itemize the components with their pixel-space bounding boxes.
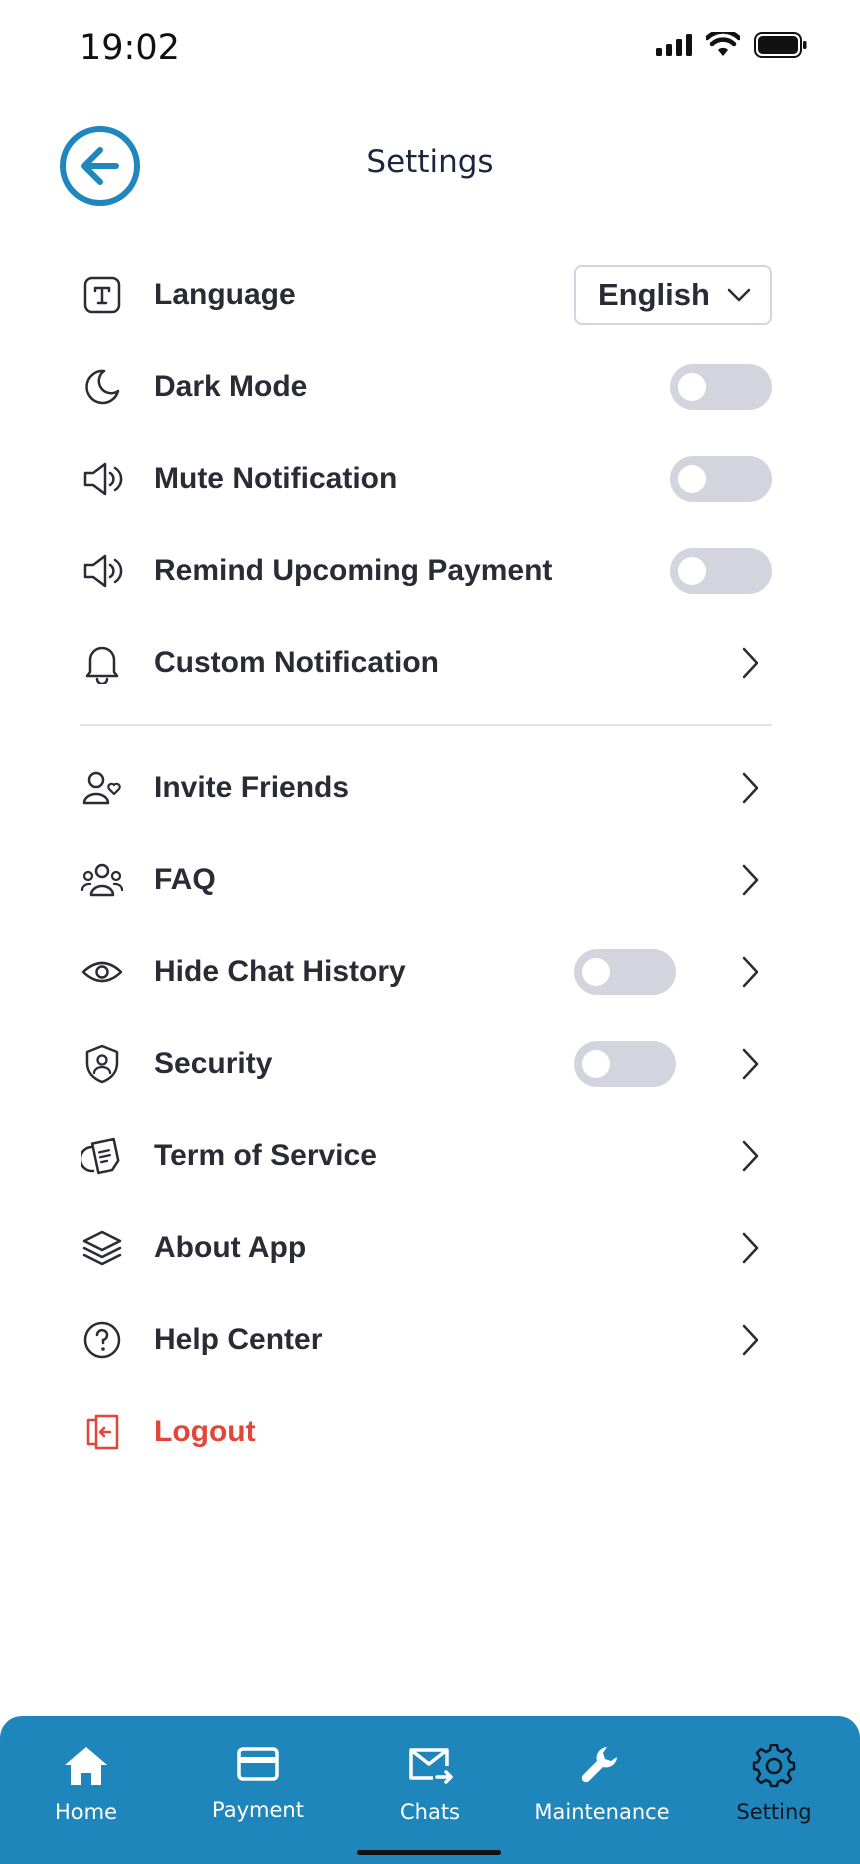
nav-setting-label: Setting xyxy=(736,1800,812,1824)
page-title: Settings xyxy=(366,144,494,180)
battery-icon xyxy=(754,32,807,58)
user-heart-icon xyxy=(80,766,124,810)
hide-chat-history-toggle[interactable] xyxy=(574,949,676,995)
toggle-knob xyxy=(678,465,706,493)
logout-button[interactable]: Logout xyxy=(80,1397,772,1467)
setting-dark-mode[interactable]: Dark Mode xyxy=(80,352,772,422)
setting-security[interactable]: Security xyxy=(80,1029,772,1099)
chevron-right-icon[interactable] xyxy=(736,641,764,685)
help-circle-icon xyxy=(80,1318,124,1362)
setting-security-label: Security xyxy=(154,1047,273,1080)
nav-setting[interactable]: Setting xyxy=(688,1716,860,1864)
remind-upcoming-payment-toggle[interactable] xyxy=(670,548,772,594)
setting-remind-upcoming-payment-label: Remind Upcoming Payment xyxy=(154,554,553,587)
chevron-right-icon[interactable] xyxy=(736,1134,764,1178)
text-format-icon xyxy=(80,273,124,317)
section-divider xyxy=(80,724,772,726)
nav-chats-label: Chats xyxy=(399,1800,461,1824)
setting-invite-friends[interactable]: Invite Friends xyxy=(80,753,772,823)
wrench-icon xyxy=(579,1742,625,1790)
document-chat-icon xyxy=(80,1134,124,1178)
chevron-right-icon[interactable] xyxy=(736,766,764,810)
setting-mute-notification[interactable]: Mute Notification xyxy=(80,444,772,514)
speaker-icon xyxy=(80,549,124,593)
status-bar: 19:02 xyxy=(0,0,860,96)
setting-faq-label: FAQ xyxy=(154,863,216,896)
nav-payment-label: Payment xyxy=(212,1798,304,1822)
setting-invite-friends-label: Invite Friends xyxy=(154,771,350,804)
chevron-right-icon[interactable] xyxy=(736,1226,764,1270)
home-icon xyxy=(63,1742,109,1790)
shield-user-icon xyxy=(80,1042,124,1086)
security-toggle[interactable] xyxy=(574,1041,676,1087)
toggle-knob xyxy=(582,1050,610,1078)
language-select[interactable]: English xyxy=(574,265,772,325)
bell-icon xyxy=(80,641,124,685)
chevron-right-icon[interactable] xyxy=(736,1318,764,1362)
nav-payment[interactable]: Payment xyxy=(172,1716,344,1864)
header: Settings xyxy=(0,120,860,210)
nav-chats[interactable]: Chats xyxy=(344,1716,516,1864)
chevron-right-icon[interactable] xyxy=(736,858,764,902)
nav-home-label: Home xyxy=(54,1800,117,1824)
language-select-value: English xyxy=(598,277,710,312)
setting-help-center[interactable]: Help Center xyxy=(80,1305,772,1375)
dark-mode-toggle[interactable] xyxy=(670,364,772,410)
setting-about-app-label: About App xyxy=(154,1231,307,1264)
setting-hide-chat-history-label: Hide Chat History xyxy=(154,955,406,988)
setting-language[interactable]: Language English xyxy=(80,260,772,330)
setting-dark-mode-label: Dark Mode xyxy=(154,370,308,403)
setting-help-center-label: Help Center xyxy=(154,1323,323,1356)
logout-label: Logout xyxy=(154,1415,256,1448)
setting-custom-notification[interactable]: Custom Notification xyxy=(80,628,772,698)
speaker-icon xyxy=(80,457,124,501)
setting-hide-chat-history[interactable]: Hide Chat History xyxy=(80,937,772,1007)
moon-icon xyxy=(80,365,124,409)
chevron-down-icon xyxy=(727,288,751,302)
setting-language-label: Language xyxy=(154,278,296,311)
users-group-icon xyxy=(80,858,124,902)
setting-term-of-service-label: Term of Service xyxy=(154,1139,377,1172)
setting-term-of-service[interactable]: Term of Service xyxy=(80,1121,772,1191)
chevron-right-icon[interactable] xyxy=(736,950,764,994)
toggle-knob xyxy=(678,557,706,585)
status-time: 19:02 xyxy=(79,28,180,68)
status-icons xyxy=(656,32,808,58)
bottom-nav: Home Payment Chats Maintenance Setting xyxy=(0,1716,860,1864)
card-icon xyxy=(237,1740,279,1788)
cellular-signal-icon xyxy=(656,34,692,56)
mute-notification-toggle[interactable] xyxy=(670,456,772,502)
toggle-knob xyxy=(582,958,610,986)
chevron-right-icon[interactable] xyxy=(736,1042,764,1086)
setting-mute-notification-label: Mute Notification xyxy=(154,462,398,495)
gear-icon xyxy=(752,1742,796,1790)
eye-icon xyxy=(80,950,124,994)
setting-faq[interactable]: FAQ xyxy=(80,845,772,915)
nav-maintenance-label: Maintenance xyxy=(534,1800,670,1824)
nav-maintenance[interactable]: Maintenance xyxy=(516,1716,688,1864)
setting-custom-notification-label: Custom Notification xyxy=(154,646,439,679)
nav-home[interactable]: Home xyxy=(0,1716,172,1864)
mail-icon xyxy=(407,1742,453,1790)
setting-remind-upcoming-payment[interactable]: Remind Upcoming Payment xyxy=(80,536,772,606)
wifi-icon xyxy=(706,32,740,56)
toggle-knob xyxy=(678,373,706,401)
layers-icon xyxy=(80,1226,124,1270)
logout-icon xyxy=(80,1410,124,1454)
setting-about-app[interactable]: About App xyxy=(80,1213,772,1283)
home-indicator xyxy=(357,1850,501,1855)
